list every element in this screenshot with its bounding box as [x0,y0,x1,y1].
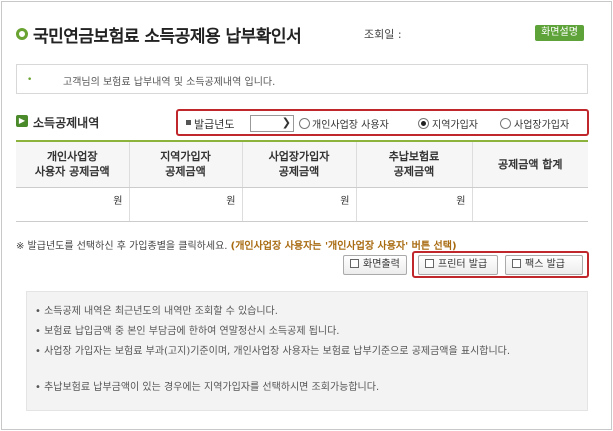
radio-label-workplace[interactable]: 사업장가입자 [514,116,569,131]
radio-label-regional[interactable]: 지역가입자 [432,116,478,131]
guide-text: ※ 발급년도를 선택하신 후 가입종별을 클릭하세요. (개인사업장 사용자는 … [16,237,457,252]
table-cell: 원 [16,187,130,222]
chevron-down-icon: ❯ [281,116,291,129]
screen-print-button[interactable]: 화면출력 [343,255,407,275]
guide-instruction: ※ 발급년도를 선택하신 후 가입종별을 클릭하세요. [16,241,228,252]
table-cell: 원 [242,187,357,222]
info-item: • 추납보험료 납부금액이 있는 경우에는 지역가입자를 선택하시면 조회가능합… [35,382,380,393]
radio-workplace[interactable] [500,118,511,129]
radio-private-employer[interactable] [299,118,310,129]
info-item: • 소득공제 내역은 최근년도의 내역만 조회할 수 있습니다. [35,306,278,317]
help-button[interactable]: 화면설명 [535,25,584,41]
inquiry-date-label: 조회일 : [364,28,402,41]
table-header: 추납보험료 공제금액 [356,141,473,188]
page-title: 국민연금보험료 소득공제용 납부확인서 [33,27,302,47]
table-header: 지역가입자 공제금액 [129,141,243,188]
notice-box: • 고객님의 보험료 납부내역 및 소득공제내역 입니다. [16,64,588,94]
page-header: 국민연금보험료 소득공제용 납부확인서 조회일 : 화면설명 [16,22,586,48]
deduction-table: 개인사업장 사용자 공제금액 지역가입자 공제금액 사업장가입자 공제금액 추납보험료… [16,140,588,222]
fax-issue-button[interactable]: 팩스 발급 [505,255,583,275]
section-title: 소득공제내역 [33,116,100,130]
table-header: 개인사업장 사용자 공제금액 [16,141,130,188]
table-row: 원 원 원 원 [16,187,588,222]
radio-label-private-employer[interactable]: 개인사업장 사용자 [312,116,389,131]
section-arrow-icon: ▶ [16,115,28,127]
year-select[interactable]: ❯ [250,115,294,132]
title-bullet-icon [16,28,28,40]
notice-text: 고객님의 보험료 납부내역 및 소득공제내역 입니다. [63,77,276,88]
print-icon [350,259,359,268]
info-item: • 사업장 가입자는 보험료 부과(고지)기준이며, 개인사업장 사용자는 보험… [35,346,511,357]
page-frame: 국민연금보험료 소득공제용 납부확인서 조회일 : 화면설명 • 고객님의 보험… [1,1,612,430]
table-header: 사업장가입자 공제금액 [242,141,357,188]
table-cell: 원 [129,187,243,222]
radio-regional[interactable] [418,118,429,129]
fax-icon [512,259,521,268]
table-header-row: 개인사업장 사용자 공제금액 지역가입자 공제금액 사업장가입자 공제금액 추납보험료… [16,141,588,188]
info-item: • 보험료 납입금액 중 본인 부담금에 한하여 연말정산시 소득공제 됩니다. [35,326,340,337]
filter-panel: 발급년도 ❯ 개인사업장 사용자 지역가입자 사업장가입자 [176,109,589,136]
printer-issue-button[interactable]: 프린터 발급 [418,255,498,275]
table-header: 공제금액 합계 [472,141,588,188]
info-box: • 소득공제 내역은 최근년도의 내역만 조회할 수 있습니다. • 보험료 납… [26,291,588,411]
table-cell [472,187,588,222]
year-label: 발급년도 [194,118,235,131]
printer-icon [425,259,434,268]
table-cell: 원 [356,187,473,222]
notice-bullet-icon: • [27,75,33,85]
filter-bullet-icon [186,120,191,125]
